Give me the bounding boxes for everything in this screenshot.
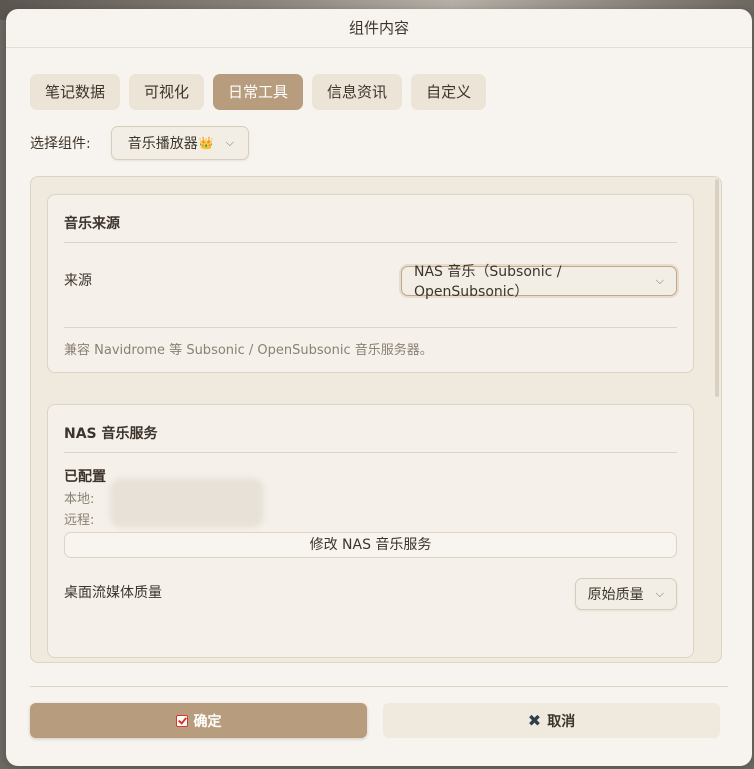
chevron-down-icon: ⌵	[225, 136, 235, 149]
music-source-card: 音乐来源 来源 NAS 音乐（Subsonic / OpenSubsonic） …	[47, 194, 694, 373]
widget-select[interactable]: 音乐播放器 👑 ⌵	[110, 126, 250, 160]
source-select[interactable]: NAS 音乐（Subsonic / OpenSubsonic） ⌵	[401, 264, 677, 300]
cancel-label: 取消	[547, 713, 576, 730]
divider	[64, 242, 677, 243]
configured-status: 已配置	[64, 469, 106, 485]
source-label: 来源	[64, 273, 92, 289]
local-address-label: 本地:	[64, 492, 95, 507]
tab-daily-tools[interactable]: 日常工具	[213, 74, 304, 110]
stream-quality-label: 桌面流媒体质量	[64, 585, 162, 601]
chevron-down-icon: ⌵	[655, 274, 664, 287]
checkbox-icon	[175, 714, 188, 727]
source-hint: 兼容 Navidrome 等 Subsonic / OpenSubsonic 音…	[64, 343, 433, 358]
tab-news[interactable]: 信息资讯	[312, 74, 403, 110]
confirm-button[interactable]: 确定	[30, 703, 367, 738]
dialog-title: 组件内容	[6, 9, 752, 48]
source-select-value: NAS 音乐（Subsonic / OpenSubsonic）	[414, 264, 562, 300]
widget-picker-label: 选择组件:	[30, 136, 91, 152]
redacted-address	[110, 478, 264, 528]
widget-content-dialog: 组件内容 笔记数据 可视化 日常工具 信息资讯 自定义 选择组件: 音乐播放器 …	[6, 9, 752, 766]
crown-icon: 👑	[198, 136, 214, 150]
remote-address-label: 远程:	[64, 513, 95, 528]
tab-bar: 笔记数据 可视化 日常工具 信息资讯 自定义	[30, 74, 487, 110]
tab-visualization[interactable]: 可视化	[129, 74, 205, 110]
nas-service-title: NAS 音乐服务	[64, 426, 158, 442]
cancel-button[interactable]: ✖ 取消	[383, 703, 720, 738]
nas-service-card: NAS 音乐服务 已配置 本地: 远程: 修改 NAS 音乐服务 桌面流媒体质量…	[47, 404, 694, 658]
widget-select-value: 音乐播放器	[127, 136, 198, 152]
tab-note-data[interactable]: 笔记数据	[30, 74, 121, 110]
footer-divider	[30, 686, 728, 687]
edit-nas-service-button[interactable]: 修改 NAS 音乐服务	[64, 532, 677, 558]
settings-panel: 音乐来源 来源 NAS 音乐（Subsonic / OpenSubsonic） …	[30, 176, 722, 663]
divider	[64, 327, 677, 328]
confirm-label: 确定	[193, 713, 222, 730]
tab-custom[interactable]: 自定义	[411, 74, 487, 110]
widget-picker-row: 选择组件: 音乐播放器 👑 ⌵	[30, 126, 250, 160]
close-icon: ✖	[527, 711, 542, 730]
divider	[64, 452, 677, 453]
panel-scrollbar[interactable]	[715, 179, 719, 397]
stream-quality-select[interactable]: 原始质量 ⌵	[574, 578, 677, 610]
chevron-down-icon: ⌵	[655, 587, 664, 600]
music-source-title: 音乐来源	[64, 216, 120, 232]
stream-quality-value: 原始质量	[587, 587, 644, 603]
